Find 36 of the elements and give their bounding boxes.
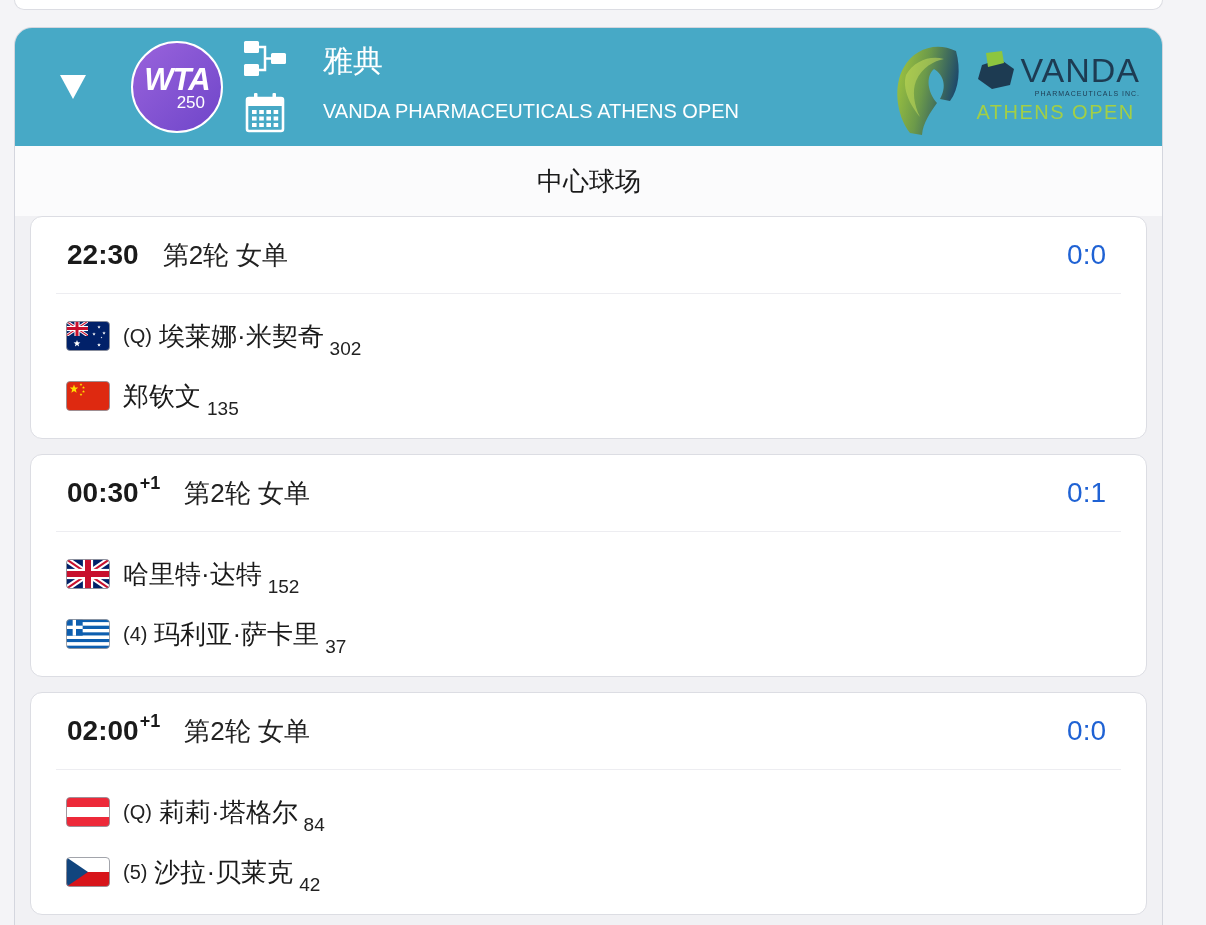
player-seed: (4) bbox=[123, 622, 148, 647]
player-name[interactable]: 莉莉·塔格尔 bbox=[158, 797, 298, 827]
player-name[interactable]: 郑钦文 bbox=[123, 381, 201, 411]
tour-level-text: 250 bbox=[176, 94, 205, 112]
match-time: 02:00$^{+1}$ bbox=[67, 714, 161, 748]
court-title: 中心球场 bbox=[536, 165, 641, 197]
tournament-subtitle: VANDA PHARMACEUTICALS ATHENS OPEN bbox=[323, 99, 739, 123]
match-score: 0:0 bbox=[1067, 238, 1106, 272]
tour-logo-text: WTA bbox=[144, 66, 210, 94]
match-time: 22:30 bbox=[67, 238, 139, 272]
match-round: 第2轮 女单 bbox=[184, 715, 310, 748]
collapse-caret-icon[interactable] bbox=[60, 75, 86, 99]
match-round: 第2轮 女单 bbox=[162, 239, 289, 272]
player-rank: 302 bbox=[329, 339, 362, 358]
player-name[interactable]: 沙拉·贝莱克 bbox=[154, 857, 294, 887]
player-name[interactable]: 埃莱娜·米契奇 bbox=[158, 321, 324, 351]
player-rank: 135 bbox=[207, 399, 239, 418]
match-score: 0:1 bbox=[1067, 476, 1106, 510]
player-seed: (Q) bbox=[123, 324, 152, 349]
tournament-title: 雅典 bbox=[323, 43, 384, 79]
player-rank: 37 bbox=[325, 637, 347, 656]
player-rank: 152 bbox=[267, 577, 300, 596]
sponsor-event: ATHENS OPEN bbox=[976, 101, 1136, 123]
hexagon-logo-icon bbox=[976, 51, 1017, 89]
match-round: 第2轮 女单 bbox=[184, 477, 310, 510]
player-seed: (5) bbox=[123, 860, 148, 885]
match-score: 0:0 bbox=[1067, 714, 1106, 748]
sponsor-name: VANDA bbox=[1020, 53, 1140, 87]
player-seed: (Q) bbox=[123, 800, 152, 825]
calendar-icon[interactable] bbox=[245, 93, 285, 133]
player-rank: 42 bbox=[299, 875, 321, 894]
bracket-icon[interactable] bbox=[243, 41, 287, 76]
player-name[interactable]: 哈里特·达特 bbox=[123, 559, 262, 589]
player-name[interactable]: 玛利亚·萨卡里 bbox=[154, 619, 320, 649]
player-rank: 84 bbox=[303, 815, 325, 834]
match-time: 00:30$^{+1}$ bbox=[67, 476, 161, 510]
